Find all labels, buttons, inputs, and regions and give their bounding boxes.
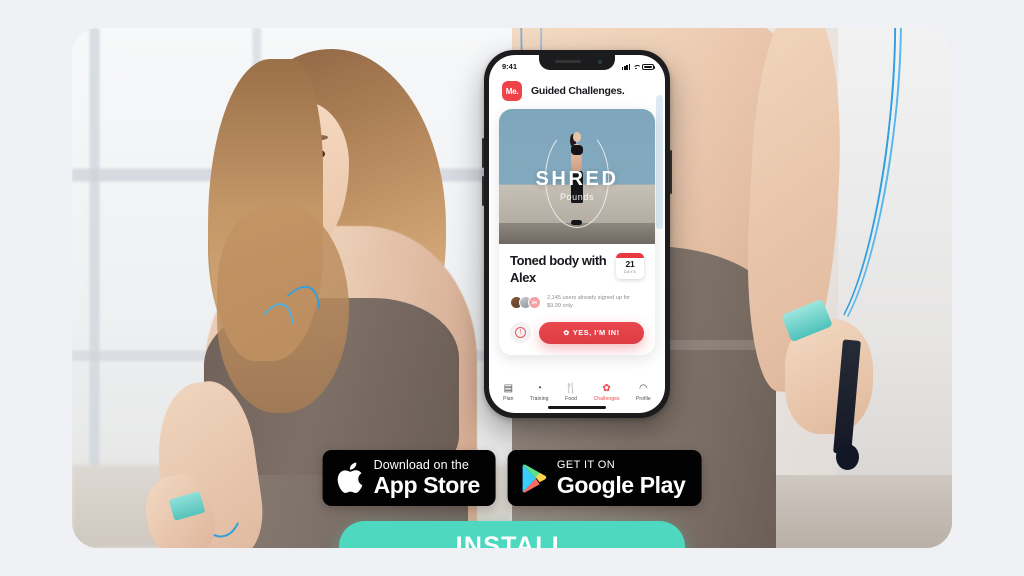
leaf-icon: ✿ xyxy=(563,329,570,337)
join-challenge-button[interactable]: ✿ YES, I'M IN! xyxy=(539,321,644,344)
apple-logo-icon xyxy=(337,462,363,493)
challenge-card-body: Toned body with Alex 21 DAYS 2K 2,145 us… xyxy=(499,244,655,355)
bottom-tab-bar: ▤ Plan ◔ Training 🍴 Food ✿ Challenges ◠ … xyxy=(489,382,665,402)
phone-screen: 9:41 Me. Guided Challenges. SHRED Pounds… xyxy=(489,55,665,413)
wifi-icon xyxy=(633,64,640,70)
speaker-grille xyxy=(555,60,581,63)
plan-icon: ▤ xyxy=(503,382,514,394)
tab-profile-label: Profile xyxy=(635,396,651,402)
status-bar-time: 9:41 xyxy=(502,62,518,71)
challenges-icon: ✿ xyxy=(602,382,611,394)
tab-training-label: Training xyxy=(529,396,549,402)
hero-sports-bra xyxy=(570,144,583,156)
food-icon: 🍴 xyxy=(564,382,578,394)
google-play-icon xyxy=(522,463,547,493)
install-button[interactable]: INSTALL xyxy=(339,521,685,548)
hero-shoes xyxy=(571,220,582,226)
google-play-text: GET IT ON Google Play xyxy=(556,458,686,498)
phone-power-button[interactable] xyxy=(670,150,672,194)
app-store-big-label: App Store xyxy=(373,472,481,499)
home-indicator[interactable] xyxy=(548,406,606,409)
hero-subhead: Pounds xyxy=(559,192,595,203)
front-camera-icon xyxy=(597,59,602,64)
tab-plan-label: Plan xyxy=(503,396,514,402)
tab-profile[interactable]: ◠ Profile xyxy=(635,382,651,402)
challenge-card[interactable]: SHRED Pounds Toned body with Alex 21 DAY… xyxy=(499,109,655,355)
app-header: Me. Guided Challenges. xyxy=(489,75,665,109)
google-play-big-label: Google Play xyxy=(556,471,686,498)
social-proof-text: 2,145 users already signed up for $9.99 … xyxy=(547,295,631,309)
duration-number: 21 xyxy=(625,259,635,269)
challenge-title: Toned body with Alex xyxy=(510,253,607,285)
tab-challenges-label: Challenges xyxy=(593,396,620,402)
training-icon: ◔ xyxy=(536,382,543,394)
app-store-small-label: Download on the xyxy=(373,457,469,472)
jump-rope-handle-knob xyxy=(835,444,859,470)
phone-mockup: 9:41 Me. Guided Challenges. SHRED Pounds… xyxy=(482,50,672,418)
battery-icon xyxy=(642,63,656,70)
social-proof-row: 2K 2,145 users already signed up for $9.… xyxy=(510,295,644,311)
info-button[interactable]: ! xyxy=(510,322,531,344)
hero-headline: SHRED xyxy=(535,168,619,191)
challenge-hero-image: SHRED Pounds xyxy=(499,109,655,244)
duration-unit: DAYS xyxy=(623,269,637,274)
join-challenge-label: YES, I'M IN! xyxy=(572,328,620,338)
next-card-peek[interactable] xyxy=(656,95,663,229)
avatar-group: 2K xyxy=(510,296,541,310)
tab-plan[interactable]: ▤ Plan xyxy=(503,382,514,402)
tab-challenges[interactable]: ✿ Challenges xyxy=(593,382,620,402)
cta-row: ! ✿ YES, I'M IN! xyxy=(510,321,644,344)
tab-food-label: Food xyxy=(565,396,577,402)
app-logo[interactable]: Me. xyxy=(502,81,522,101)
info-icon: ! xyxy=(515,327,526,339)
tab-training[interactable]: ◔ Training xyxy=(529,382,549,402)
status-bar-icons xyxy=(621,63,656,70)
duration-badge: 21 DAYS xyxy=(616,253,644,279)
google-play-small-label: GET IT ON xyxy=(556,458,616,471)
tab-food[interactable]: 🍴 Food xyxy=(564,382,578,402)
app-store-text: Download on the App Store xyxy=(373,457,481,499)
app-title: Guided Challenges. xyxy=(531,85,625,97)
google-play-badge[interactable]: GET IT ON Google Play xyxy=(507,450,702,506)
avatar-count-badge: 2K xyxy=(528,296,541,310)
phone-notch xyxy=(539,55,615,70)
signal-bars-icon xyxy=(621,63,630,70)
store-badges: Download on the App Store GET IT ON Goog… xyxy=(322,450,702,506)
calendar-icon-topbar xyxy=(616,253,644,258)
promo-canvas: 9:41 Me. Guided Challenges. SHRED Pounds… xyxy=(0,0,1024,576)
app-store-badge[interactable]: Download on the App Store xyxy=(322,450,496,506)
profile-icon: ◠ xyxy=(638,382,648,394)
hero-head xyxy=(573,132,581,142)
promo-panel: 9:41 Me. Guided Challenges. SHRED Pounds… xyxy=(72,28,952,548)
